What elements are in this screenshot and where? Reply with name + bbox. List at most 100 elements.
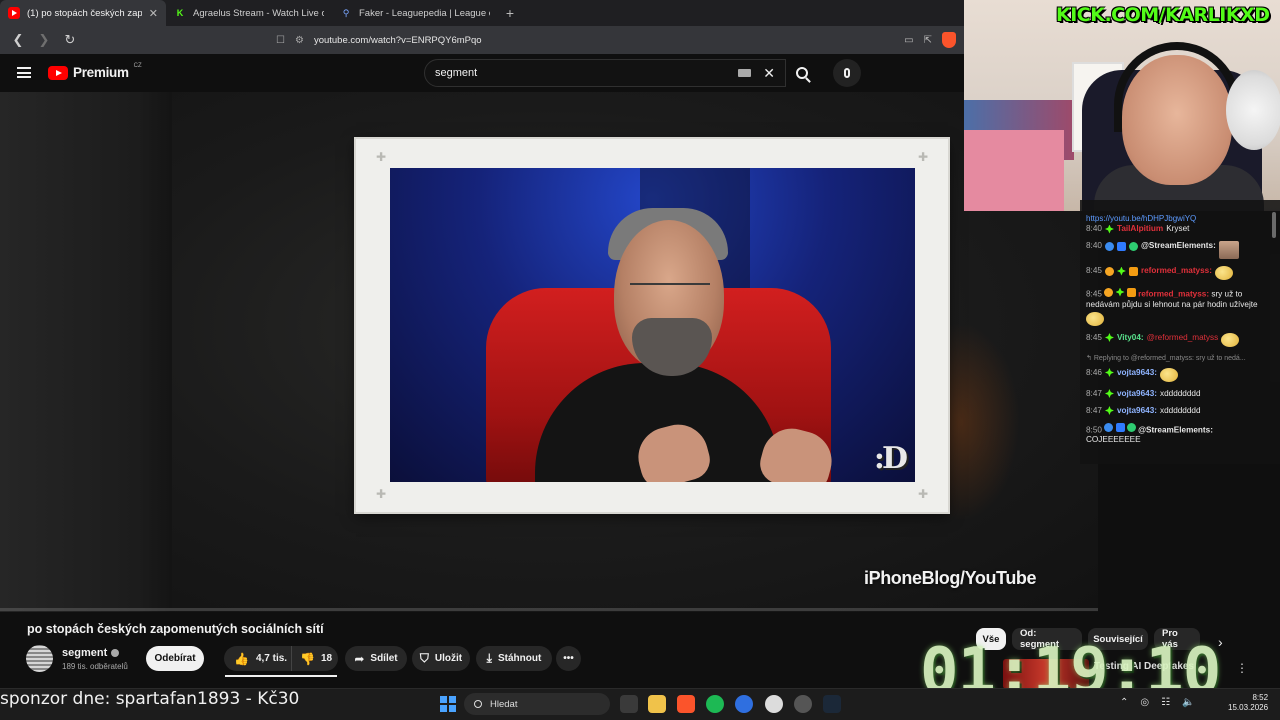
app-icon[interactable] xyxy=(735,695,753,713)
emote-icon xyxy=(1214,266,1233,280)
tab-title: (1) po stopách českých zapom xyxy=(27,7,142,19)
chat-message: 8:40 TailAlpitium Kryset xyxy=(1086,224,1190,234)
url-text[interactable]: youtube.com/watch?v=ENRPQY6mPqo xyxy=(314,35,482,46)
taskbar-time: 8:52 xyxy=(1252,693,1269,702)
download-button[interactable]: ⤓ Stáhnout xyxy=(476,646,552,671)
share-button[interactable]: ➦ Sdílet xyxy=(345,646,407,671)
youtube-play-icon xyxy=(48,65,68,80)
youtube-header: Premium CZ segment ✕ xyxy=(0,54,964,92)
chat-message: 8:50 @StreamElements: COJEEEEEEE xyxy=(1086,423,1213,444)
kick-badge-icon xyxy=(1104,389,1114,398)
verified-icon xyxy=(111,649,120,657)
search-query[interactable]: segment xyxy=(435,67,738,79)
tab-leaguepedia[interactable]: ⚲ Faker - Leaguepedia | League of Lege xyxy=(332,0,498,26)
emote-icon xyxy=(1218,241,1239,259)
chat-link-url[interactable]: https://youtu.be/hDHPJbgwiYQ xyxy=(1086,214,1196,223)
back-button[interactable]: ❮ xyxy=(8,30,28,50)
kick-badge-icon xyxy=(1104,333,1114,342)
kick-channel-url: KICK.COM/KARLIKXD xyxy=(1056,4,1270,26)
kick-icon: K xyxy=(176,8,184,18)
like-button[interactable]: 👍 4,7 tis. xyxy=(224,646,292,671)
moderator-badge-icon xyxy=(1116,241,1126,251)
app-icon[interactable] xyxy=(765,695,783,713)
search-icon xyxy=(474,700,482,708)
windows-start-icon[interactable] xyxy=(440,696,456,712)
like-dislike-group: 👍 4,7 tis. 👎 18 xyxy=(224,646,338,671)
search-input[interactable]: segment ✕ xyxy=(424,59,786,87)
more-vert-icon[interactable]: ⋮ xyxy=(1236,661,1248,675)
bot-badge-icon xyxy=(1104,423,1114,432)
network-icon[interactable]: ◎ xyxy=(1140,697,1149,708)
bookmark-icon[interactable]: ☐ xyxy=(276,35,285,46)
verified-badge-icon xyxy=(1126,423,1136,432)
volume-icon[interactable]: 🔈 xyxy=(1182,697,1194,708)
chat-scrollbar[interactable] xyxy=(1272,212,1276,238)
taskbar-date: 15.03.2026 xyxy=(1228,703,1269,712)
fan xyxy=(1226,70,1280,150)
browser-tab-strip: (1) po stopách českých zapom ✕ K Agraelu… xyxy=(0,0,964,26)
share-page-icon[interactable]: ⇱ xyxy=(924,35,932,46)
emote-icon xyxy=(1086,311,1104,326)
forward-button[interactable]: ❯ xyxy=(34,30,54,50)
verified-badge-icon xyxy=(1128,241,1138,251)
subscriber-badge-icon xyxy=(1104,287,1114,297)
taskbar-clock[interactable]: 8:52 15.03.2026 xyxy=(1228,693,1268,713)
headset-icon xyxy=(1114,42,1240,132)
share-icon: ➦ xyxy=(354,651,365,666)
cross-mark-icon: ✚ xyxy=(376,150,387,164)
search-button[interactable] xyxy=(786,59,818,87)
tab-youtube[interactable]: (1) po stopách českých zapom ✕ xyxy=(0,0,166,26)
menu-icon[interactable] xyxy=(17,67,31,78)
video-player[interactable]: ✚ ✚ ✚ ✚ :D iPhoneBlog/YouTube xyxy=(0,92,1098,612)
site-info-icon[interactable]: ⚙ xyxy=(295,35,304,46)
taskbar-search-placeholder[interactable]: Hledat xyxy=(490,699,517,710)
chat-reply-context: ↰ Replying to @reformed_matyss: sry už t… xyxy=(1086,354,1246,362)
video-watermark: iPhoneBlog/YouTube xyxy=(864,568,1037,588)
region-code: CZ xyxy=(133,62,142,69)
youtube-logo[interactable]: Premium CZ xyxy=(48,62,142,80)
chat-message: 8:47 vojta9643: xdddddddd xyxy=(1086,388,1201,398)
thumbs-down-icon: 👎 xyxy=(300,651,315,666)
like-highlight xyxy=(225,675,337,677)
voice-search-button[interactable] xyxy=(833,59,861,87)
subscriber-count: 189 tis. odběratelů xyxy=(62,662,128,671)
wifi-icon[interactable]: ☷ xyxy=(1161,697,1170,708)
save-button[interactable]: ⛉ Uložit xyxy=(412,646,470,671)
subscriber-badge-icon xyxy=(1104,266,1114,276)
new-tab-button[interactable]: + xyxy=(498,0,522,26)
chat-message: 8:47 vojta9643: xdddddddd xyxy=(1086,405,1201,415)
channel-name[interactable]: segment xyxy=(62,647,120,659)
channel-name-text[interactable]: segment xyxy=(62,647,107,659)
chat-message: 8:45 Vity04: @reformed_matyss xyxy=(1086,332,1274,347)
app-icon[interactable] xyxy=(794,695,812,713)
spotify-icon[interactable] xyxy=(706,695,724,713)
cast-icon[interactable]: ▭ xyxy=(904,35,913,46)
kick-badge-icon xyxy=(1104,406,1114,415)
tab-kick[interactable]: K Agraelus Stream - Watch Live on Kick xyxy=(166,0,332,26)
bot-badge-icon xyxy=(1104,241,1114,251)
kick-badge-icon xyxy=(1115,287,1125,297)
close-icon[interactable]: ✕ xyxy=(149,7,158,20)
brave-browser-icon[interactable] xyxy=(677,695,695,713)
taskbar-search[interactable]: Hledat xyxy=(464,693,610,715)
clear-search-icon[interactable]: ✕ xyxy=(763,65,775,82)
download-label: Stáhnout xyxy=(497,653,542,664)
dislike-button[interactable]: 👎 18 xyxy=(292,652,332,666)
reload-button[interactable]: ↻ xyxy=(60,30,80,50)
brave-shields-icon[interactable] xyxy=(942,32,956,48)
keyboard-icon[interactable] xyxy=(738,69,752,77)
steam-icon[interactable] xyxy=(823,695,841,713)
video-background xyxy=(0,92,172,612)
logo-text: Premium xyxy=(73,65,129,80)
task-view-icon[interactable] xyxy=(620,695,638,713)
youtube-icon xyxy=(8,7,20,19)
video-progress-bar[interactable] xyxy=(0,608,1098,611)
subscribe-button[interactable]: Odebírat xyxy=(146,646,204,671)
address-bar[interactable]: ☐ ⚙ youtube.com/watch?v=ENRPQY6mPqo xyxy=(276,29,898,51)
emote-icon xyxy=(1160,367,1178,382)
chevron-up-icon[interactable]: ⌃ xyxy=(1120,697,1128,708)
chat-message: 8:45 reformed_matyss: xyxy=(1086,266,1274,280)
channel-avatar[interactable] xyxy=(26,645,53,672)
file-explorer-icon[interactable] xyxy=(648,695,666,713)
more-actions-button[interactable]: ••• xyxy=(556,646,581,671)
